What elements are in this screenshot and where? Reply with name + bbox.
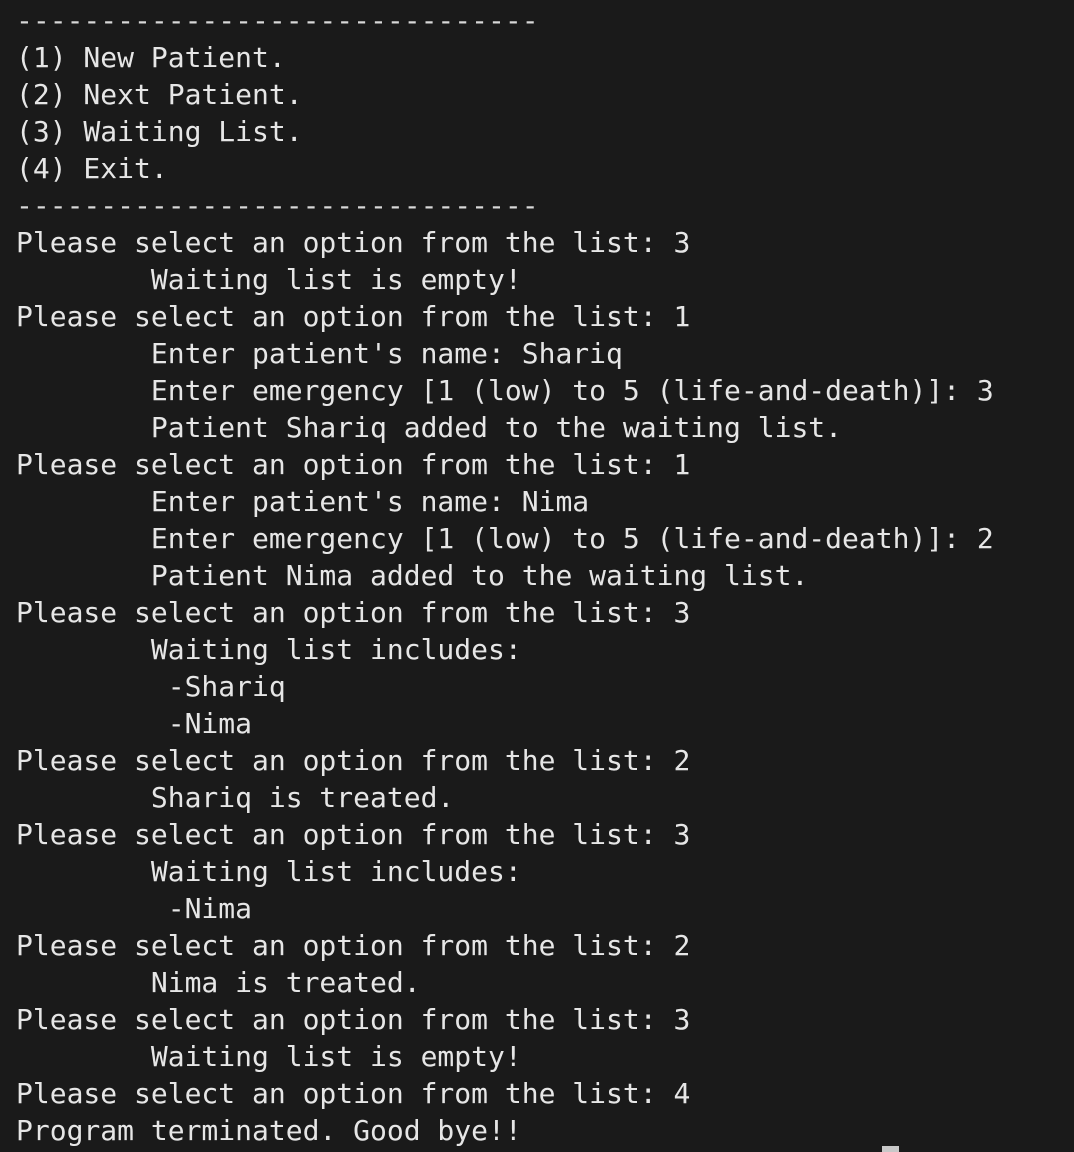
prompt-line: Please select an option from the list: 3 xyxy=(16,1003,691,1036)
output-line: Nima is treated. xyxy=(16,966,421,999)
prompt-line: Please select an option from the list: 4 xyxy=(16,1077,691,1110)
output-line: Patient Nima added to the waiting list. xyxy=(16,559,809,592)
output-line: Enter emergency [1 (low) to 5 (life-and-… xyxy=(16,374,994,407)
output-line: Patient Shariq added to the waiting list… xyxy=(16,411,843,444)
menu-option-waiting-list: (3) Waiting List. xyxy=(16,115,303,148)
menu-separator-bottom: ------------------------------- xyxy=(16,189,539,222)
prompt-line: Please select an option from the list: 2 xyxy=(16,744,691,777)
waiting-list-entry: -Nima xyxy=(16,892,253,925)
menu-option-exit: (4) Exit. xyxy=(16,152,168,185)
menu-separator-top: ------------------------------- xyxy=(16,4,539,37)
output-line: Enter patient's name: Shariq xyxy=(16,337,623,370)
terminal-output[interactable]: ------------------------------- (1) New … xyxy=(0,0,1074,1152)
prompt-line: Please select an option from the list: 1 xyxy=(16,448,691,481)
output-line: Waiting list includes: xyxy=(16,855,522,888)
output-line: Waiting list includes: xyxy=(16,633,522,666)
prompt-line: Please select an option from the list: 3 xyxy=(16,596,691,629)
menu-option-new-patient: (1) New Patient. xyxy=(16,41,286,74)
waiting-list-entry: -Nima xyxy=(16,707,253,740)
output-line: Enter patient's name: Nima xyxy=(16,485,590,518)
output-line: Waiting list is empty! xyxy=(16,263,522,296)
prompt-line: Please select an option from the list: 1 xyxy=(16,300,691,333)
program-terminated-line: Program terminated. Good bye!! xyxy=(16,1114,522,1147)
output-line: Shariq is treated. xyxy=(16,781,455,814)
prompt-line: Please select an option from the list: 2 xyxy=(16,929,691,962)
waiting-list-entry: -Shariq xyxy=(16,670,286,703)
terminal-cursor xyxy=(882,1146,899,1152)
prompt-line: Please select an option from the list: 3 xyxy=(16,226,691,259)
prompt-line: Please select an option from the list: 3 xyxy=(16,818,691,851)
output-line: Enter emergency [1 (low) to 5 (life-and-… xyxy=(16,522,994,555)
output-line: Waiting list is empty! xyxy=(16,1040,522,1073)
menu-option-next-patient: (2) Next Patient. xyxy=(16,78,303,111)
